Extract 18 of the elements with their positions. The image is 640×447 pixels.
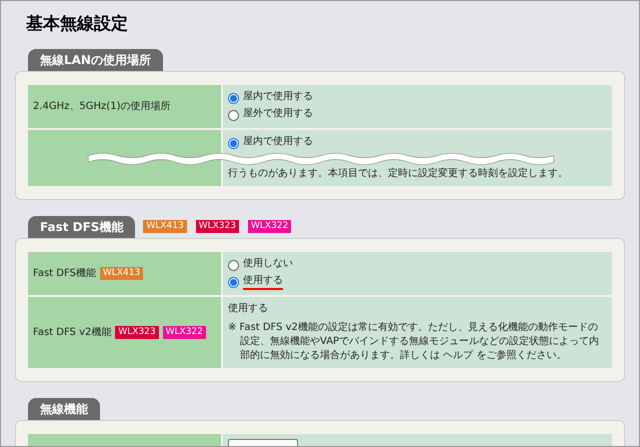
radio-label: 使用しない [243, 257, 293, 271]
setting-label: Fast DFS v2機能 [33, 326, 112, 340]
note-text: ※ Fast DFS v2機能の設定は常に有効です。ただし、見える化機能の動作モードの設定、無線機能やVAPでバインドする無線モジュールなどの設定状態によって内部的に無効になる場合があります。詳しくは ヘルプ をご参照ください。 [228, 321, 600, 363]
radio-label: 屋内で使用する [243, 90, 313, 104]
model-tag: WLX322 [162, 326, 206, 339]
note-text: 行うものがあります。本項目では、定時に設定変更する時刻を設定します。 [228, 167, 569, 181]
radio-label: 使用する [243, 274, 283, 290]
setting-label: Fast DFS機能 [33, 266, 96, 281]
model-tag: WLX322 [248, 220, 292, 233]
radio-label: 屋外で使用する [243, 107, 313, 121]
radio-label: 屋内で使用する [243, 135, 313, 149]
setting-label: 2.4GHz、5GHz(1)の使用場所 [33, 100, 170, 114]
model-tag: WLX323 [196, 220, 239, 233]
model-tag: WLX413 [143, 220, 187, 233]
page-title: 基本無線設定 [26, 13, 128, 35]
setting-value: 使用する [228, 302, 269, 315]
model-tag: WLX323 [115, 326, 159, 339]
model-tag: WLX413 [100, 267, 144, 280]
